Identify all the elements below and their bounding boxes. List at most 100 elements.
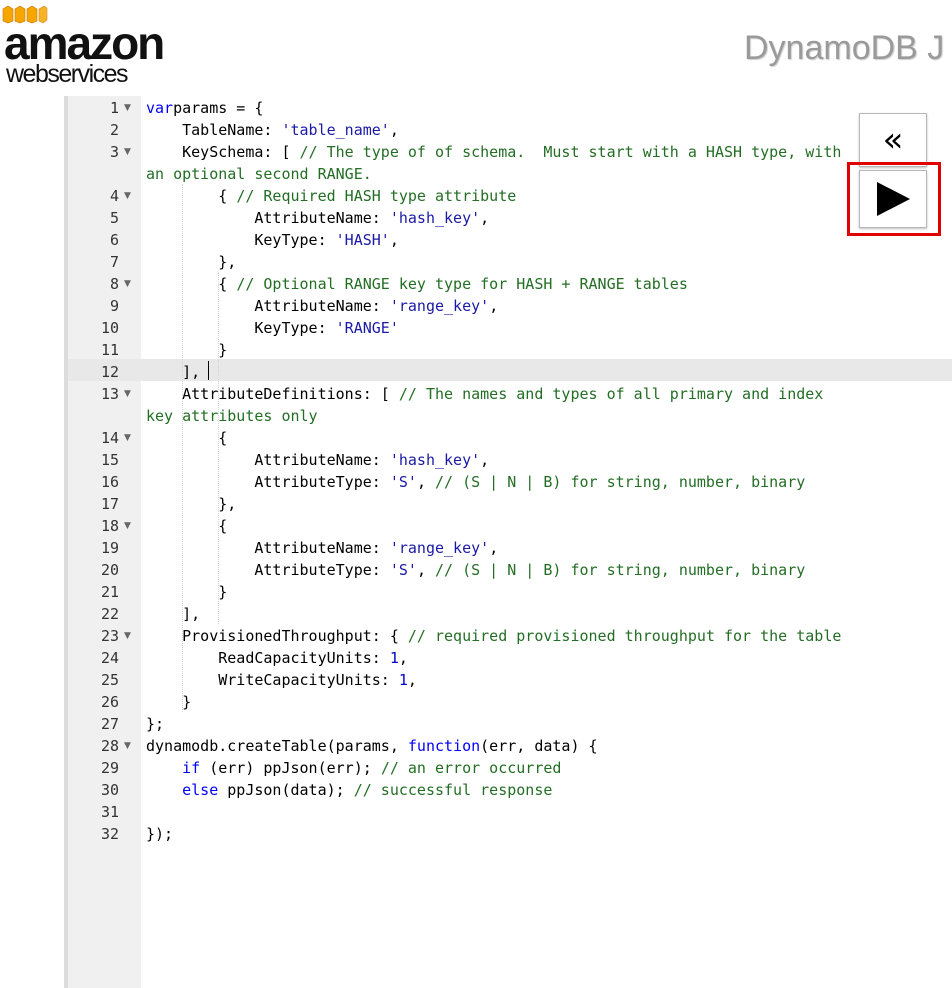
- code-token: }: [146, 341, 228, 359]
- code-token: params = {: [173, 99, 264, 117]
- line-number-row: 2: [68, 119, 141, 141]
- indent-guide: [218, 272, 219, 360]
- line-number: 23: [100, 627, 119, 645]
- fold-toggle-icon[interactable]: ▼: [124, 273, 131, 295]
- code-token: ,: [416, 473, 435, 491]
- code-token: WriteCapacityUnits:: [146, 671, 399, 689]
- code-line: }: [146, 339, 227, 361]
- code-token: // The names and types of all primary an…: [398, 385, 824, 403]
- code-line: AttributeType: 'S', // (S | N | B) for s…: [146, 559, 805, 581]
- line-number-row: 13 ▼: [68, 383, 141, 405]
- fold-toggle-icon[interactable]: ▼: [124, 185, 131, 207]
- code-token: });: [146, 825, 174, 843]
- code-token: // (S | N | B) for string, number, binar…: [435, 561, 806, 579]
- code-token: ,: [489, 297, 499, 315]
- code-token: function: [407, 737, 481, 755]
- line-number: 15: [100, 451, 119, 469]
- code-token: key attributes only: [146, 407, 318, 425]
- play-icon: [877, 182, 910, 216]
- line-number-row: 23 ▼: [68, 625, 141, 647]
- line-number: 22: [100, 605, 119, 623]
- code-token: ,: [489, 539, 499, 557]
- header: amazon webservices DynamoDB J: [0, 0, 952, 96]
- line-number-row: 26: [68, 691, 141, 713]
- code-token: (err, data) {: [480, 737, 598, 755]
- code-line: else ppJson(data); // successful respons…: [146, 779, 552, 801]
- fold-toggle-icon[interactable]: ▼: [124, 427, 131, 449]
- line-number: 26: [100, 693, 119, 711]
- line-number-row: 3 ▼: [68, 141, 141, 163]
- fold-toggle-icon[interactable]: ▼: [124, 515, 131, 537]
- code-token: if: [182, 759, 201, 777]
- line-number: 28: [100, 737, 119, 755]
- line-number-row: 8 ▼: [68, 273, 141, 295]
- run-button[interactable]: [859, 170, 927, 228]
- code-token: ppJson(data);: [218, 781, 354, 799]
- line-number-row: 10: [68, 317, 141, 339]
- code-token: // (S | N | B) for string, number, binar…: [435, 473, 806, 491]
- code-line: AttributeName: 'hash_key',: [146, 207, 489, 229]
- code-token: },: [146, 495, 237, 513]
- code-line: WriteCapacityUnits: 1,: [146, 669, 417, 691]
- code-token: 'hash_key': [389, 451, 481, 469]
- line-number-row: 25: [68, 669, 141, 691]
- code-token: 1: [398, 671, 408, 689]
- code-line: AttributeType: 'S', // (S | N | B) for s…: [146, 471, 805, 493]
- line-number: 30: [100, 781, 119, 799]
- code-token: an optional second RANGE.: [146, 165, 372, 183]
- code-token: {: [146, 187, 237, 205]
- code-token: else: [182, 781, 219, 799]
- line-number: 25: [100, 671, 119, 689]
- line-number-row: 31: [68, 801, 141, 823]
- code-token: ProvisionedThroughput: {: [146, 627, 408, 645]
- code-token: ],: [146, 605, 201, 623]
- code-token: ,: [407, 671, 417, 689]
- line-number: 20: [100, 561, 119, 579]
- code-token: KeyType:: [146, 231, 336, 249]
- code-token: 'S': [389, 561, 417, 579]
- code-line: {: [146, 515, 227, 537]
- code-token: ,: [398, 649, 408, 667]
- fold-toggle-icon[interactable]: ▼: [124, 625, 131, 647]
- code-line: ReadCapacityUnits: 1,: [146, 647, 408, 669]
- code-line: AttributeName: 'range_key',: [146, 537, 498, 559]
- fold-toggle-icon[interactable]: ▼: [124, 141, 131, 163]
- text-cursor: [208, 361, 209, 380]
- logo-webservices-text: webservices: [6, 60, 129, 88]
- fold-toggle-icon[interactable]: ▼: [124, 735, 131, 757]
- line-number: 18: [100, 517, 119, 535]
- code-token: AttributeDefinitions: [: [146, 385, 399, 403]
- line-number-row: 4 ▼: [68, 185, 141, 207]
- line-number: 19: [100, 539, 119, 557]
- code-token: 'S': [389, 473, 417, 491]
- line-number-row: 11: [68, 339, 141, 361]
- code-token: 'range_key': [389, 539, 490, 557]
- code-token: TableName:: [146, 121, 282, 139]
- fold-toggle-icon[interactable]: ▼: [124, 97, 131, 119]
- code-token: // required provisioned throughput for t…: [407, 627, 842, 645]
- line-number: 3: [109, 143, 119, 161]
- aws-logo[interactable]: amazon webservices: [0, 0, 170, 92]
- code-line: AttributeName: 'hash_key',: [146, 449, 489, 471]
- code-line: },: [146, 493, 236, 515]
- code-token: 'HASH': [335, 231, 390, 249]
- code-line: }: [146, 691, 191, 713]
- line-number: 2: [109, 121, 119, 139]
- fold-toggle-icon[interactable]: ▼: [124, 383, 131, 405]
- code-token: (err) ppJson(err);: [200, 759, 381, 777]
- code-line: dynamodb.createTable(params, function(er…: [146, 735, 598, 757]
- line-number-row: 32: [68, 823, 141, 845]
- line-number: 6: [109, 231, 119, 249]
- code-token: 'RANGE': [335, 319, 399, 337]
- code-token: {: [146, 275, 237, 293]
- code-line: { // Required HASH type attribute: [146, 185, 516, 207]
- line-number-row: 22: [68, 603, 141, 625]
- code-line: varparams = {: [146, 97, 263, 119]
- back-button[interactable]: «: [859, 113, 927, 167]
- line-number: 10: [100, 319, 119, 337]
- code-token: ,: [416, 561, 435, 579]
- code-line: {: [146, 427, 227, 449]
- code-token: dynamodb.createTable(params,: [146, 737, 408, 755]
